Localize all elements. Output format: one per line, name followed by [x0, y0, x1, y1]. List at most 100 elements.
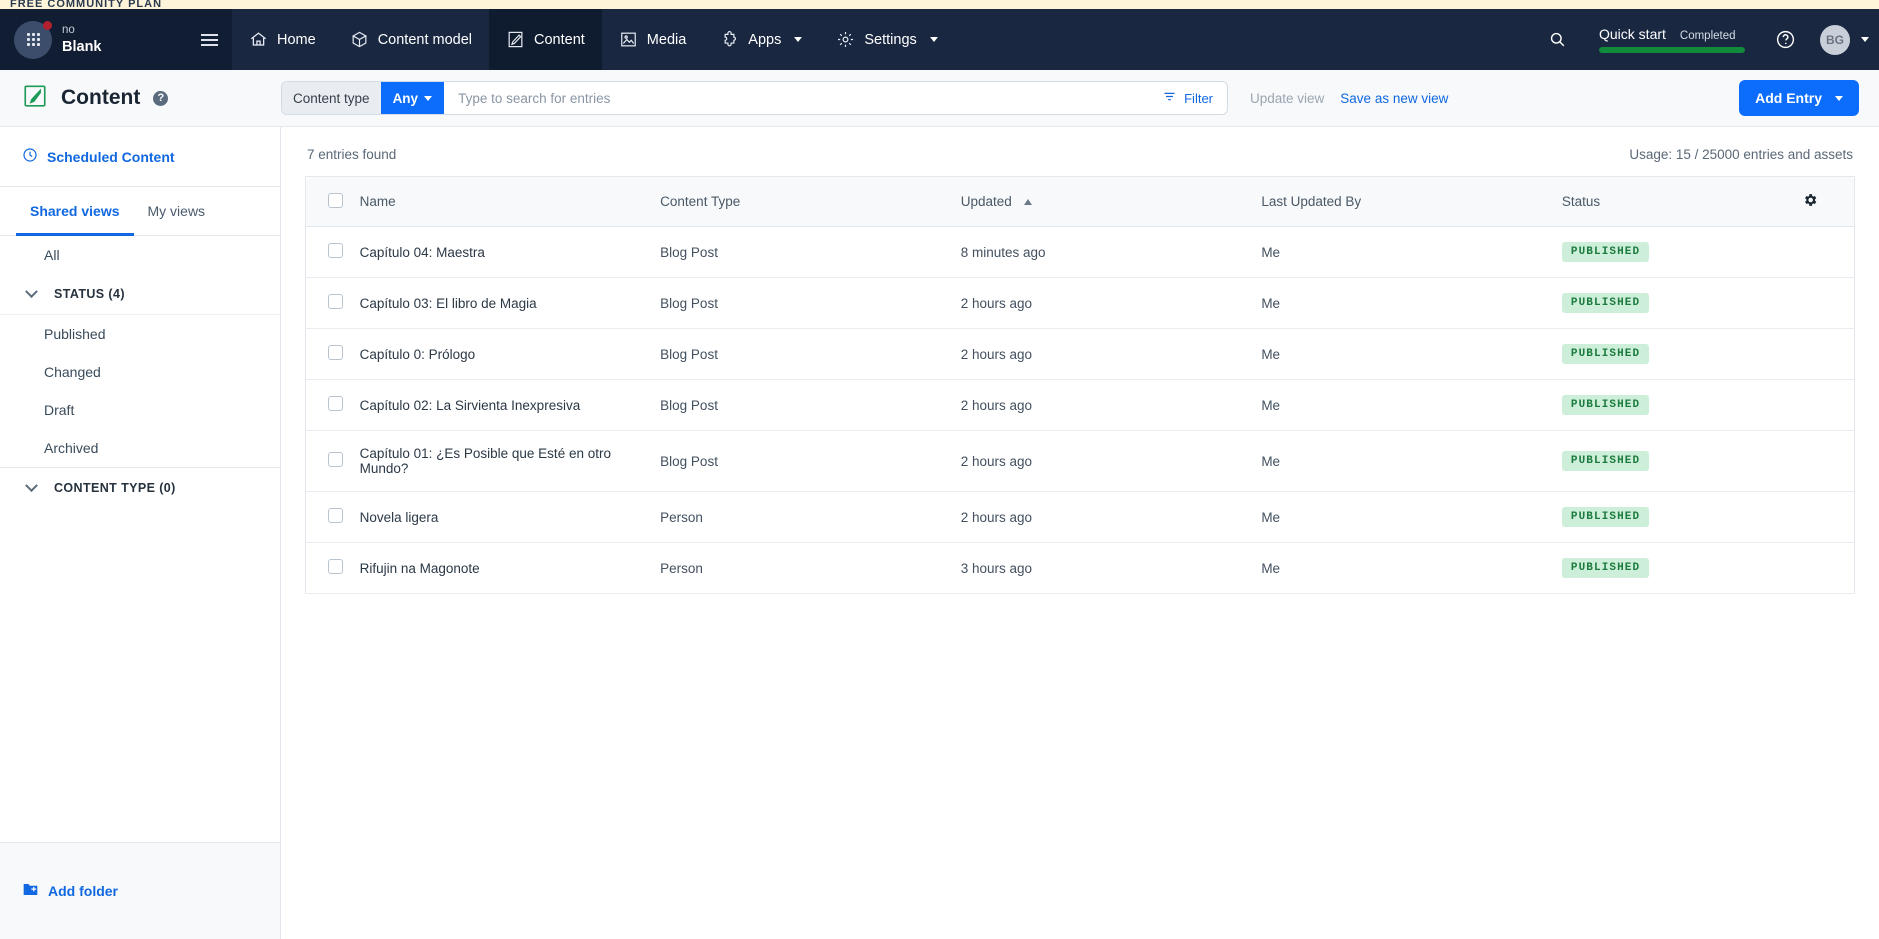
cell-name[interactable]: Novela ligera — [351, 491, 653, 543]
cell-name[interactable]: Capítulo 0: Prólogo — [351, 328, 653, 380]
chevron-down-icon — [25, 284, 38, 298]
sidebar-item-all[interactable]: All — [0, 236, 280, 274]
entry-name-link[interactable]: Capítulo 03: El libro de Magia — [360, 296, 537, 311]
cell-spacer — [1794, 542, 1856, 594]
cell-updated: 2 hours ago — [952, 430, 1254, 492]
sidebar-group-content-type[interactable]: CONTENT TYPE (0) — [0, 467, 280, 508]
tab-shared-views[interactable]: Shared views — [16, 187, 134, 236]
nav-item-home[interactable]: Home — [232, 9, 333, 70]
sidebar-item-published[interactable]: Published — [0, 315, 280, 353]
entry-name-link[interactable]: Capítulo 04: Maestra — [360, 245, 485, 260]
column-header-status[interactable]: Status — [1553, 176, 1795, 227]
row-checkbox[interactable] — [328, 508, 343, 523]
chevron-down-icon — [25, 478, 38, 492]
column-header-content-type[interactable]: Content Type — [652, 176, 953, 227]
table-row[interactable]: Capítulo 04: Maestra Blog Post 8 minutes a… — [304, 226, 1856, 278]
nav-item-media[interactable]: Media — [602, 9, 704, 70]
row-checkbox[interactable] — [328, 345, 343, 360]
row-checkbox[interactable] — [328, 243, 343, 258]
cell-spacer — [1794, 430, 1856, 492]
question-circle-icon[interactable] — [1759, 29, 1812, 50]
row-checkbox[interactable] — [328, 559, 343, 574]
chevron-down-icon — [1835, 95, 1843, 101]
cell-name[interactable]: Rifujin na Magonote — [351, 542, 653, 594]
nav-item-settings[interactable]: Settings — [819, 9, 954, 70]
nav-label: Settings — [864, 31, 917, 48]
nav-item-content[interactable]: Content — [489, 9, 602, 70]
table-body: Capítulo 04: Maestra Blog Post 8 minutes a… — [304, 226, 1856, 594]
sidebar-group-status[interactable]: STATUS (4) — [0, 274, 280, 315]
cell-status: PUBLISHED — [1553, 277, 1795, 329]
search-input[interactable] — [444, 82, 1149, 114]
sidebar-item-draft[interactable]: Draft — [0, 391, 280, 429]
table-row[interactable]: Capítulo 03: El libro de Magia Blog Post 2… — [304, 277, 1856, 329]
content-type-filter-label[interactable]: Content type — [282, 82, 381, 114]
space-selector[interactable]: no Blank — [0, 9, 232, 70]
row-checkbox[interactable] — [328, 294, 343, 309]
main-nav-items: Home Content model Content Media Apps Se… — [232, 9, 955, 70]
table-header-row: Name Content Type Updated Last Updated B… — [304, 176, 1856, 227]
row-checkbox[interactable] — [328, 452, 343, 467]
cell-name[interactable]: Capítulo 04: Maestra — [351, 226, 653, 278]
cell-last-updated-by: Me — [1253, 328, 1554, 380]
table-row[interactable]: Rifujin na Magonote Person 3 hours ago Me PU… — [304, 542, 1856, 594]
cell-name[interactable]: Capítulo 01: ¿Es Posible que Esté en otr… — [351, 430, 653, 492]
column-header-name[interactable]: Name — [351, 176, 653, 227]
sidebar-item-scheduled-content[interactable]: Scheduled Content — [0, 127, 280, 187]
entry-name-link[interactable]: Capítulo 0: Prólogo — [360, 347, 476, 362]
column-header-updated[interactable]: Updated — [952, 176, 1254, 227]
content-type-filter-value[interactable]: Any — [380, 82, 445, 114]
sidebar-item-label: Scheduled Content — [47, 148, 175, 165]
content-type-filter: Content type Any — [282, 82, 445, 114]
entry-name-link[interactable]: Novela ligera — [360, 510, 439, 525]
sidebar-item-changed[interactable]: Changed — [0, 353, 280, 391]
table-head: Name Content Type Updated Last Updated B… — [304, 176, 1856, 227]
sidebar-item-label: All — [44, 247, 60, 263]
search-icon[interactable] — [1530, 30, 1585, 49]
clock-icon — [22, 147, 38, 166]
cell-name[interactable]: Capítulo 02: La Sirvienta Inexpresiva — [351, 379, 653, 431]
cell-last-updated-by: Me — [1253, 379, 1554, 431]
cell-last-updated-by: Me — [1253, 226, 1554, 278]
chevron-down-icon — [1861, 37, 1869, 42]
entry-name-link[interactable]: Capítulo 02: La Sirvienta Inexpresiva — [360, 398, 581, 413]
gear-icon[interactable] — [1802, 192, 1818, 208]
save-as-new-view-button[interactable]: Save as new view — [1340, 91, 1448, 106]
column-header-last-updated-by[interactable]: Last Updated By — [1253, 176, 1554, 227]
update-view-button[interactable]: Update view — [1250, 91, 1324, 106]
select-all-checkbox[interactable] — [328, 192, 343, 208]
tab-my-views[interactable]: My views — [134, 187, 220, 236]
content-type-filter-value-label: Any — [392, 90, 419, 106]
pen-document-icon — [506, 30, 525, 49]
table-row[interactable]: Novela ligera Person 2 hours ago Me PUBLISHE… — [304, 491, 1856, 543]
avatar: BG — [1820, 24, 1850, 55]
cell-updated: 8 minutes ago — [952, 226, 1254, 278]
folder-plus-icon — [22, 882, 39, 900]
quick-start-widget[interactable]: Quick start Completed — [1585, 26, 1759, 53]
entry-name-link[interactable]: Rifujin na Magonote — [360, 561, 480, 576]
add-entry-button[interactable]: Add Entry — [1739, 80, 1859, 116]
page-title-block: Content ? — [0, 83, 281, 114]
user-menu[interactable]: BG — [1812, 24, 1869, 55]
cell-updated: 2 hours ago — [952, 328, 1254, 380]
table-row[interactable]: Capítulo 0: Prólogo Blog Post 2 hours ago M… — [304, 328, 1856, 380]
column-settings-header — [1794, 176, 1856, 227]
cell-name[interactable]: Capítulo 03: El libro de Magia — [351, 277, 653, 329]
hamburger-icon[interactable] — [201, 33, 218, 46]
table-row[interactable]: Capítulo 02: La Sirvienta Inexpresiva Blo… — [304, 379, 1856, 431]
table-row[interactable]: Capítulo 01: ¿Es Posible que Esté en otr… — [304, 430, 1856, 492]
image-frame-icon — [619, 30, 638, 49]
filter-button[interactable]: Filter — [1148, 82, 1227, 114]
sidebar-item-archived[interactable]: Archived — [0, 429, 280, 467]
entries-found-label: 7 entries found — [307, 147, 397, 162]
nav-item-apps[interactable]: Apps — [703, 9, 819, 70]
status-badge: PUBLISHED — [1561, 451, 1650, 471]
add-folder-button[interactable]: Add folder — [0, 842, 280, 939]
question-circle-icon[interactable]: ? — [153, 90, 169, 106]
cell-spacer — [1794, 328, 1856, 380]
gear-icon — [836, 30, 855, 49]
row-select-cell — [304, 328, 352, 380]
row-checkbox[interactable] — [328, 396, 343, 411]
entry-name-link[interactable]: Capítulo 01: ¿Es Posible que Esté en otr… — [360, 446, 611, 476]
nav-item-content-model[interactable]: Content model — [333, 9, 489, 70]
